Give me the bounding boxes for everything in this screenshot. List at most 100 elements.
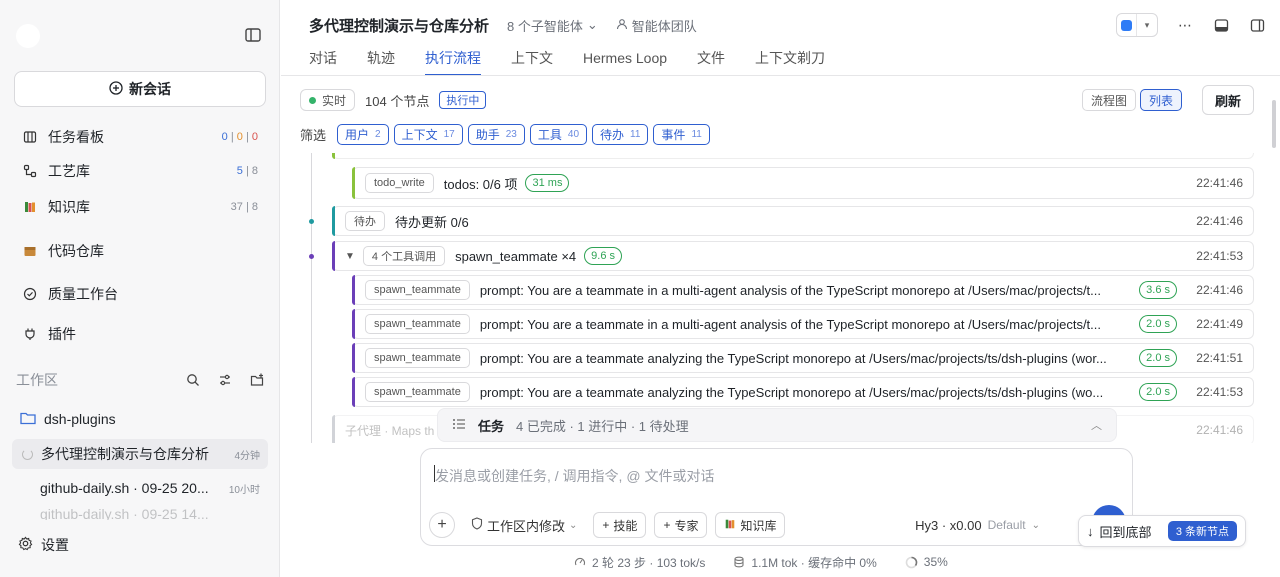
sidebar-item-quality-bench[interactable]: 质量工作台 [14, 279, 266, 309]
workspace-label: 工作区 [16, 372, 58, 388]
node-count: 104 个节点 [365, 93, 430, 109]
sidebar-item-task-board[interactable]: 任务看板 0 | 0 | 0 [14, 122, 266, 152]
sidebar-item-label: 代码仓库 [48, 243, 104, 259]
session-time: 10小时 [228, 484, 260, 496]
composer-actions: + 工作区内修改 ⌄ + 技能 + 专家 知识库 Hy3 · x0.00 Defau… [429, 511, 1120, 539]
agent-team-button[interactable]: 智能体团队 [616, 16, 697, 35]
row-text: prompt: You are a teammate analyzing the… [479, 384, 1104, 400]
duration-badge: 9.6 s [584, 247, 622, 265]
filter-chip-context[interactable]: 上下文 17 [393, 123, 463, 145]
chevron-up-icon[interactable]: ︿ [1091, 417, 1102, 433]
app-logo [16, 24, 40, 48]
flow-row[interactable]: todo_write todos: 0/6 项 31 ms 22:41:46 [352, 167, 1254, 199]
panel-right-icon[interactable] [1248, 16, 1266, 34]
view-flow-button[interactable]: 流程图 [1081, 89, 1136, 111]
message-input[interactable]: 发消息或创建任务, / 调用指令, @ 文件或对话 [435, 466, 714, 486]
task-board-counts: 0 | 0 | 0 [221, 131, 258, 143]
panel-bottom-icon[interactable] [1212, 16, 1230, 34]
tab-context-razor[interactable]: 上下文剃刀 [755, 44, 825, 76]
sidebar-toggle-icon[interactable] [244, 26, 264, 46]
tab-trace[interactable]: 轨迹 [367, 44, 395, 76]
settings-button[interactable]: 设置 [18, 535, 69, 555]
flow-row[interactable]: spawn_teammate prompt: You are a teammat… [352, 343, 1254, 373]
flow-row[interactable] [332, 153, 1254, 159]
task-label: 任务 [478, 418, 505, 434]
flow-row[interactable]: spawn_teammate prompt: You are a teammat… [352, 377, 1254, 407]
attach-plus-button[interactable]: + [429, 512, 455, 538]
row-text: prompt: You are a teammate in a multi-ag… [479, 316, 1102, 332]
tool-tag: todo_write [365, 173, 434, 193]
tab-context[interactable]: 上下文 [511, 44, 553, 76]
sidebar-item-workflow-library[interactable]: 工艺库 5 | 8 [14, 156, 266, 186]
filter-chip-todo[interactable]: 待办 11 [592, 123, 649, 145]
jump-to-bottom-button[interactable]: ↓ 回到底部 3 条新节点 [1078, 515, 1246, 547]
timestamp: 22:41:51 [1196, 351, 1243, 365]
timeline-node [309, 219, 314, 224]
window-controls: ▾ ⋯ [1116, 13, 1266, 37]
workspace-mode-dropdown[interactable]: 工作区内修改 ⌄ [463, 516, 585, 535]
search-icon[interactable] [184, 371, 202, 389]
tab-execution-flow[interactable]: 执行流程 [425, 44, 481, 76]
new-nodes-badge: 3 条新节点 [1167, 521, 1237, 541]
duration-badge: 2.0 s [1139, 349, 1177, 367]
page-title: 多代理控制演示与仓库分析 [309, 17, 490, 35]
flow-toolbar: 实时 104 个节点 执行中 流程图 列表 刷新 [300, 85, 1254, 115]
tool-tag: spawn_teammate [365, 348, 470, 368]
chevron-down-icon: ▾ [1144, 19, 1150, 30]
database-icon [733, 556, 745, 568]
progress-ring-icon [905, 556, 918, 569]
flow-row[interactable]: spawn_teammate prompt: You are a teammat… [352, 309, 1254, 339]
tool-tag: spawn_teammate [365, 382, 470, 402]
tab-chat[interactable]: 对话 [309, 44, 337, 76]
row-text: 子代理 · Maps th [345, 423, 435, 438]
flow-row-group[interactable]: ▼ 4 个工具调用 spawn_teammate ×4 9.6 s 22:41:… [332, 241, 1254, 271]
new-chat-button[interactable]: 新会话 [14, 71, 266, 107]
experts-button[interactable]: + 专家 [654, 512, 708, 538]
workspace-folder[interactable]: dsh-plugins [14, 406, 266, 432]
title-bar: 多代理控制演示与仓库分析 8 个子智能体 ⌄ 智能体团队 [309, 14, 697, 36]
filter-chip-event[interactable]: 事件 11 [653, 123, 710, 145]
filter-sliders-icon[interactable] [216, 371, 234, 389]
view-list-button[interactable]: 列表 [1139, 89, 1182, 111]
execution-flow-list: todo_write todos: 0/6 项 31 ms 22:41:46 待… [300, 153, 1254, 443]
sidebar-item-label: 知识库 [48, 199, 90, 215]
refresh-button[interactable]: 刷新 [1201, 85, 1254, 115]
chevron-down-icon: ⌄ [586, 17, 598, 32]
expand-triangle-icon[interactable]: ▼ [345, 251, 355, 262]
duration-badge: 3.6 s [1139, 281, 1177, 299]
sidebar-item-code-repo[interactable]: 代码仓库 [14, 236, 266, 266]
new-folder-icon[interactable] [248, 371, 266, 389]
session-item[interactable]: github-daily.sh · 09-25 14... [12, 506, 268, 520]
workflow-icon [22, 163, 38, 179]
session-title: github-daily.sh · 09-25 20... [40, 480, 209, 496]
session-item[interactable]: github-daily.sh · 09-25 20... 10小时 [12, 473, 268, 503]
sidebar-item-plugins[interactable]: 插件 [14, 319, 266, 349]
model-switch-button[interactable]: ▾ [1116, 13, 1158, 37]
flow-row[interactable]: spawn_teammate prompt: You are a teammat… [352, 275, 1254, 305]
folder-icon [20, 411, 36, 428]
task-summary-bar[interactable]: 任务 4 已完成 · 1 进行中 · 1 待处理 ︿ [437, 408, 1117, 442]
timestamp: 22:41:46 [1196, 176, 1243, 190]
knowledge-base-button[interactable]: 知识库 [715, 512, 786, 538]
scrollbar-thumb[interactable] [1272, 100, 1276, 148]
row-text: prompt: You are a teammate in a multi-ag… [479, 282, 1102, 298]
filter-chip-user[interactable]: 用户 2 [337, 123, 389, 145]
filter-chip-assistant[interactable]: 助手 23 [467, 123, 525, 145]
model-select[interactable]: Hy3 · x0.00 Default ⌄ [915, 518, 1040, 533]
row-text: prompt: You are a teammate analyzing the… [479, 350, 1107, 366]
group-tag: 4 个工具调用 [362, 246, 446, 266]
filter-chip-tool[interactable]: 工具 40 [529, 123, 588, 145]
tab-hermes-loop[interactable]: Hermes Loop [583, 44, 667, 76]
flow-row[interactable]: 待办 待办更新 0/6 22:41:46 [332, 206, 1254, 236]
live-indicator[interactable]: 实时 [300, 89, 356, 111]
user-icon [616, 18, 628, 33]
sidebar-item-label: 质量工作台 [48, 286, 118, 302]
tool-tag: spawn_teammate [365, 314, 470, 334]
tab-files[interactable]: 文件 [697, 44, 725, 76]
skills-button[interactable]: + 技能 [593, 512, 647, 538]
sub-agents-dropdown[interactable]: 8 个子智能体 ⌄ [507, 16, 598, 35]
session-item[interactable]: 多代理控制演示与仓库分析 4分钟 [12, 439, 268, 469]
sidebar-item-knowledge-base[interactable]: 知识库 37 | 8 [14, 192, 266, 222]
more-icon[interactable]: ⋯ [1176, 16, 1194, 34]
sidebar-item-label: 任务看板 [48, 129, 104, 145]
